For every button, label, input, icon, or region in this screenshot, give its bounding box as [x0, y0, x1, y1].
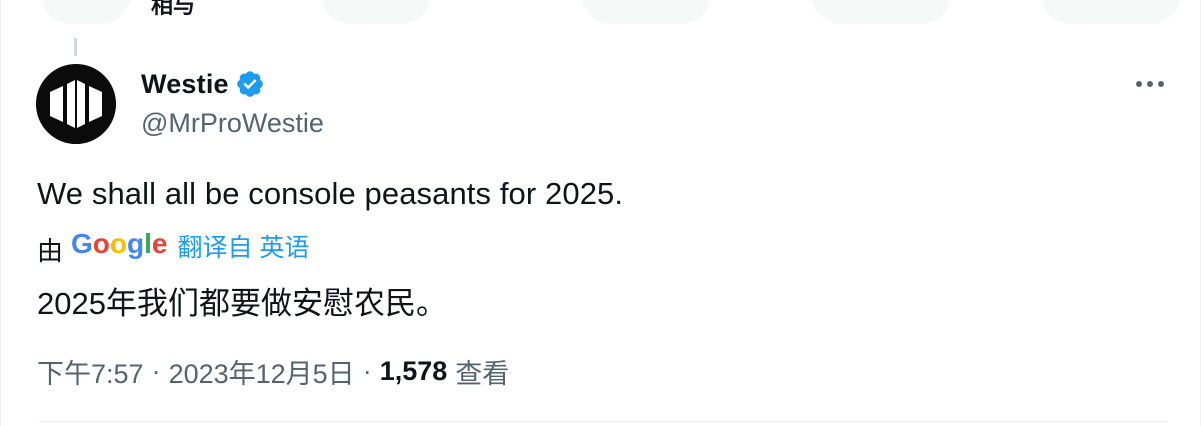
views-count: 1,578	[379, 356, 448, 386]
translation-attribution: 由 Google 翻译自 英语	[37, 228, 309, 266]
display-name[interactable]: Westie	[141, 69, 229, 100]
tweet-date[interactable]: 2023年12月5日	[169, 352, 355, 391]
avatar[interactable]	[36, 64, 116, 144]
tweet-meta: 下午7:57 · 2023年12月5日 · 1,578 查看	[37, 352, 509, 391]
ghost-shape	[811, 0, 951, 24]
partial-header-text: 相与	[151, 0, 196, 18]
ghost-shape	[41, 0, 131, 24]
ghost-shape	[1041, 0, 1181, 24]
more-options-button[interactable]	[1132, 70, 1168, 98]
user-handle[interactable]: @MrProWestie	[141, 108, 324, 139]
thread-connector-line	[74, 38, 77, 56]
tweet-detail-page: 相与 Westie @MrProWestie We shall all be c…	[0, 0, 1201, 426]
translated-by-label: 由	[37, 235, 64, 266]
views-label: 查看	[455, 359, 510, 389]
display-name-row: Westie	[141, 66, 324, 102]
ghost-shape	[321, 0, 431, 24]
tweet-time[interactable]: 下午7:57	[37, 352, 144, 391]
previous-content-strip: 相与	[1, 0, 1200, 40]
translated-tweet-text: 2025年我们都要做安慰农民。	[37, 286, 447, 321]
user-info: Westie @MrProWestie	[141, 66, 324, 139]
translated-from-link[interactable]: 翻译自 英语	[177, 228, 309, 264]
meta-separator: ·	[151, 356, 161, 386]
verified-badge-icon[interactable]	[235, 69, 265, 99]
ghost-shape	[581, 0, 711, 24]
avatar-logo-icon	[36, 64, 116, 144]
tweet-text: We shall all be console peasants for 202…	[37, 176, 624, 211]
meta-separator: ·	[362, 356, 372, 386]
divider	[37, 421, 1168, 422]
google-logo: Google	[71, 228, 168, 259]
more-dots-icon	[1136, 81, 1164, 87]
